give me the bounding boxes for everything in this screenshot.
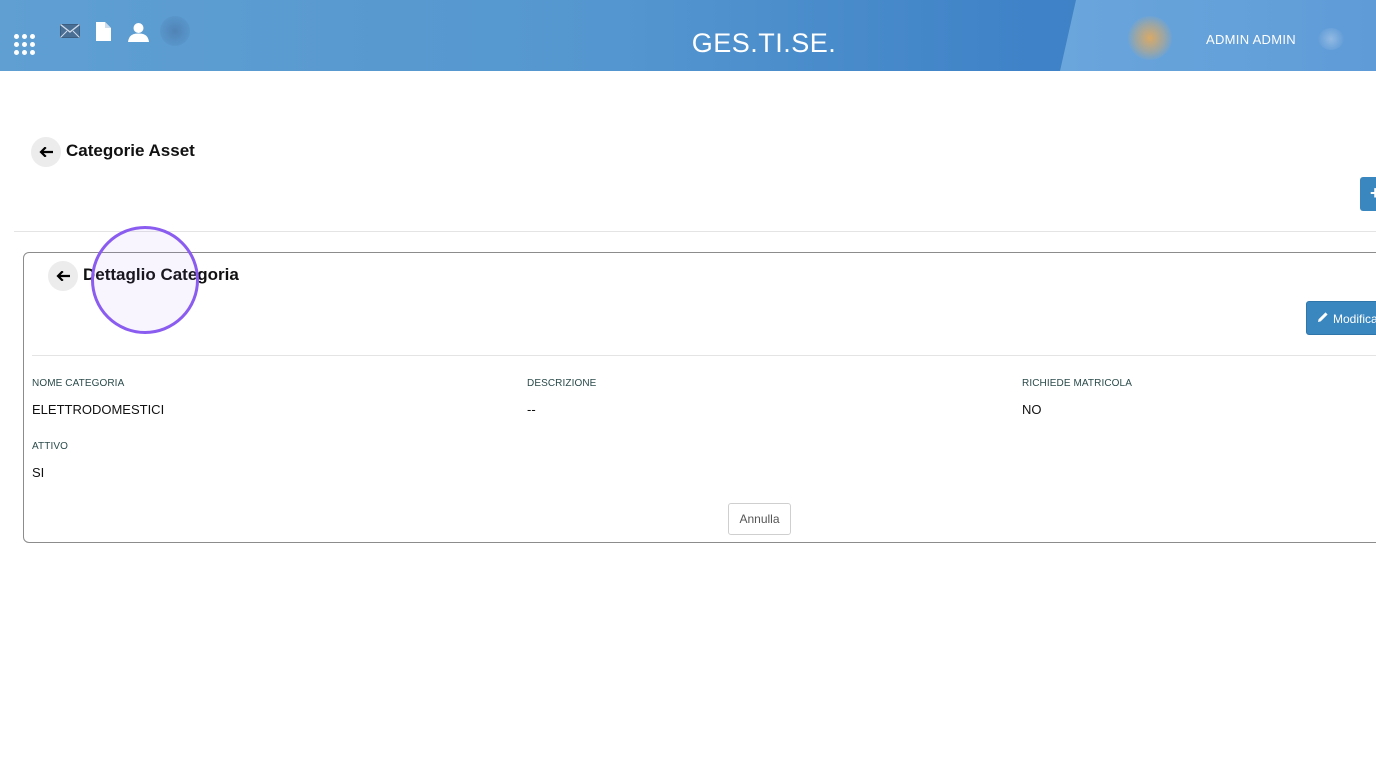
field-value-descrizione: -- (527, 402, 536, 417)
field-label-nome-categoria: NOME CATEGORIA (32, 378, 125, 389)
pencil-icon (1318, 312, 1328, 322)
cancel-button[interactable]: Annulla (728, 503, 791, 535)
edit-button[interactable]: Modifica (1306, 301, 1376, 335)
field-label-attivo: ATTIVO (32, 441, 68, 452)
header-divider (14, 231, 1376, 232)
field-value-richiede-matricola: NO (1022, 402, 1042, 417)
field-label-richiede-matricola: RICHIEDE MATRICOLA (1022, 378, 1132, 389)
add-category-button[interactable]: + (1360, 177, 1376, 211)
category-detail-card (23, 252, 1376, 543)
plus-icon: + (1370, 183, 1376, 203)
card-divider (32, 355, 1376, 356)
arrow-left-icon (56, 271, 70, 281)
arrow-left-icon (39, 147, 53, 157)
user-avatar[interactable] (1128, 16, 1172, 60)
field-value-attivo: SI (32, 465, 45, 480)
page-title: Categorie Asset (66, 141, 195, 160)
user-menu-toggle[interactable] (1318, 28, 1344, 50)
field-label-descrizione: DESCRIZIONE (527, 378, 597, 389)
card-back-button[interactable] (48, 261, 78, 291)
card-title: Dettaglio Categoria (83, 265, 239, 284)
top-navbar: GES.TI.SE. ADMIN ADMIN (0, 0, 1376, 71)
page-back-button[interactable] (31, 137, 61, 167)
user-name-label[interactable]: ADMIN ADMIN (1206, 32, 1296, 47)
field-value-nome-categoria: ELETTRODOMESTICI (32, 402, 165, 417)
edit-button-label: Modifica (1333, 312, 1376, 326)
